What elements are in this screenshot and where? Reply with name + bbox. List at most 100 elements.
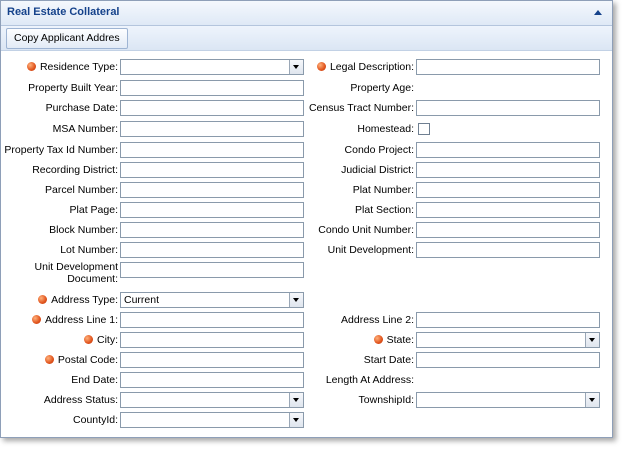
address-type-label: Address Type: — [51, 294, 118, 306]
panel-toolbar: Copy Applicant Addres — [1, 26, 612, 51]
unit-development-label-row: Unit Development: — [328, 242, 414, 258]
purchase-date-label-row: Purchase Date: — [46, 100, 118, 116]
homestead-checkbox[interactable] — [418, 123, 430, 135]
property-built-year-label-row: Property Built Year: — [28, 80, 118, 96]
countyid-label: CountyId: — [73, 414, 118, 426]
property-age-label-row: Property Age: — [350, 80, 414, 96]
purchase-date-label: Purchase Date: — [45, 102, 118, 114]
census-tract-number-input[interactable] — [416, 100, 600, 116]
chevron-down-icon[interactable] — [289, 293, 303, 307]
legal-description-input[interactable] — [416, 59, 600, 75]
msa-number-label-row: MSA Number: — [53, 121, 118, 137]
msa-number-label: MSA Number: — [52, 123, 118, 135]
townshipid-select[interactable] — [416, 392, 600, 408]
condo-project-label: Condo Project: — [344, 144, 414, 156]
end-date-label-row: End Date: — [71, 372, 118, 388]
chevron-down-icon[interactable] — [289, 413, 303, 427]
required-indicator-icon — [316, 62, 326, 71]
homestead-label: Homestead: — [357, 123, 414, 135]
address-status-label: Address Status: — [43, 394, 118, 406]
end-date-label: End Date: — [71, 374, 118, 386]
address-type-label-row: Address Type: — [38, 292, 118, 308]
plat-number-label: Plat Number: — [352, 184, 414, 196]
plat-section-label: Plat Section: — [355, 204, 414, 216]
recording-district-input[interactable] — [120, 162, 304, 178]
address-status-select[interactable] — [120, 392, 304, 408]
unit-development-document-label-row: Unit Development Document: — [18, 261, 118, 285]
legal-description-label: Legal Description: — [329, 61, 414, 73]
address-line-2-label: Address Line 2: — [341, 314, 414, 326]
chevron-down-icon[interactable] — [289, 393, 303, 407]
address-status-label-row: Address Status: — [44, 392, 118, 408]
plat-page-label-row: Plat Page: — [70, 202, 118, 218]
required-indicator-icon — [373, 335, 383, 344]
lot-number-label-row: Lot Number: — [60, 242, 118, 258]
address-line-1-label-row: Address Line 1: — [32, 312, 118, 328]
countyid-select[interactable] — [120, 412, 304, 428]
property-tax-id-number-label-row: Property Tax Id Number: — [4, 142, 118, 158]
required-indicator-icon — [32, 315, 42, 324]
census-tract-number-label-row: Census Tract Number: — [309, 100, 414, 116]
address-line-1-input[interactable] — [120, 312, 304, 328]
chevron-down-icon[interactable] — [289, 60, 303, 74]
required-indicator-icon — [26, 62, 36, 71]
state-label: State: — [386, 334, 414, 346]
recording-district-label: Recording District: — [32, 164, 118, 176]
property-tax-id-number-input[interactable] — [120, 142, 304, 158]
unit-development-document-input[interactable] — [120, 262, 304, 278]
plat-number-label-row: Plat Number: — [353, 182, 414, 198]
address-line-1-label: Address Line 1: — [45, 314, 118, 326]
msa-number-input[interactable] — [120, 121, 304, 137]
condo-project-input[interactable] — [416, 142, 600, 158]
collapse-up-icon[interactable] — [594, 10, 602, 15]
townshipid-label-row: TownshipId: — [359, 392, 414, 408]
condo-unit-number-input[interactable] — [416, 222, 600, 238]
start-date-label: Start Date: — [363, 354, 414, 366]
length-at-address-label: Length At Address: — [325, 374, 414, 386]
chevron-down-icon[interactable] — [585, 333, 599, 347]
block-number-input[interactable] — [120, 222, 304, 238]
property-built-year-input[interactable] — [120, 80, 304, 96]
unit-development-input[interactable] — [416, 242, 600, 258]
panel-header: Real Estate Collateral — [1, 1, 612, 26]
copy-applicant-address-button[interactable]: Copy Applicant Addres — [6, 28, 128, 49]
townshipid-label: TownshipId: — [358, 394, 414, 406]
property-built-year-label: Property Built Year: — [28, 82, 118, 94]
required-indicator-icon — [84, 335, 93, 344]
property-tax-id-number-label: Property Tax Id Number: — [4, 144, 118, 156]
chevron-down-icon[interactable] — [585, 393, 599, 407]
address-type-select[interactable]: Current — [120, 292, 304, 308]
plat-number-input[interactable] — [416, 182, 600, 198]
real-estate-collateral-panel: Real Estate Collateral Copy Applicant Ad… — [0, 0, 613, 438]
purchase-date-input[interactable] — [120, 100, 304, 116]
start-date-input[interactable] — [416, 352, 600, 368]
lot-number-input[interactable] — [120, 242, 304, 258]
countyid-label-row: CountyId: — [73, 412, 118, 428]
judicial-district-input[interactable] — [416, 162, 600, 178]
city-label-row: City: — [84, 332, 118, 348]
block-number-label-row: Block Number: — [49, 222, 118, 238]
postal-code-label-row: Postal Code: — [44, 352, 118, 368]
plat-page-label: Plat Page: — [69, 204, 118, 216]
plat-section-input[interactable] — [416, 202, 600, 218]
address-type-value: Current — [124, 294, 160, 306]
parcel-number-input[interactable] — [120, 182, 304, 198]
judicial-district-label-row: Judicial District: — [341, 162, 414, 178]
end-date-input[interactable] — [120, 372, 304, 388]
postal-code-input[interactable] — [120, 352, 304, 368]
legal-description-label-row: Legal Description: — [316, 59, 414, 75]
plat-section-label-row: Plat Section: — [355, 202, 414, 218]
plat-page-input[interactable] — [120, 202, 304, 218]
address-line-2-input[interactable] — [416, 312, 600, 328]
parcel-number-label: Parcel Number: — [45, 184, 118, 196]
city-input[interactable] — [120, 332, 304, 348]
state-select[interactable] — [416, 332, 600, 348]
residence-type-select[interactable] — [120, 59, 304, 75]
residence-type-label: Residence Type: — [39, 61, 118, 73]
required-indicator-icon — [38, 295, 48, 304]
property-age-label: Property Age: — [350, 82, 414, 94]
required-indicator-icon — [44, 355, 54, 364]
start-date-label-row: Start Date: — [364, 352, 414, 368]
condo-unit-number-label-row: Condo Unit Number: — [318, 222, 414, 238]
city-label: City: — [97, 334, 118, 346]
